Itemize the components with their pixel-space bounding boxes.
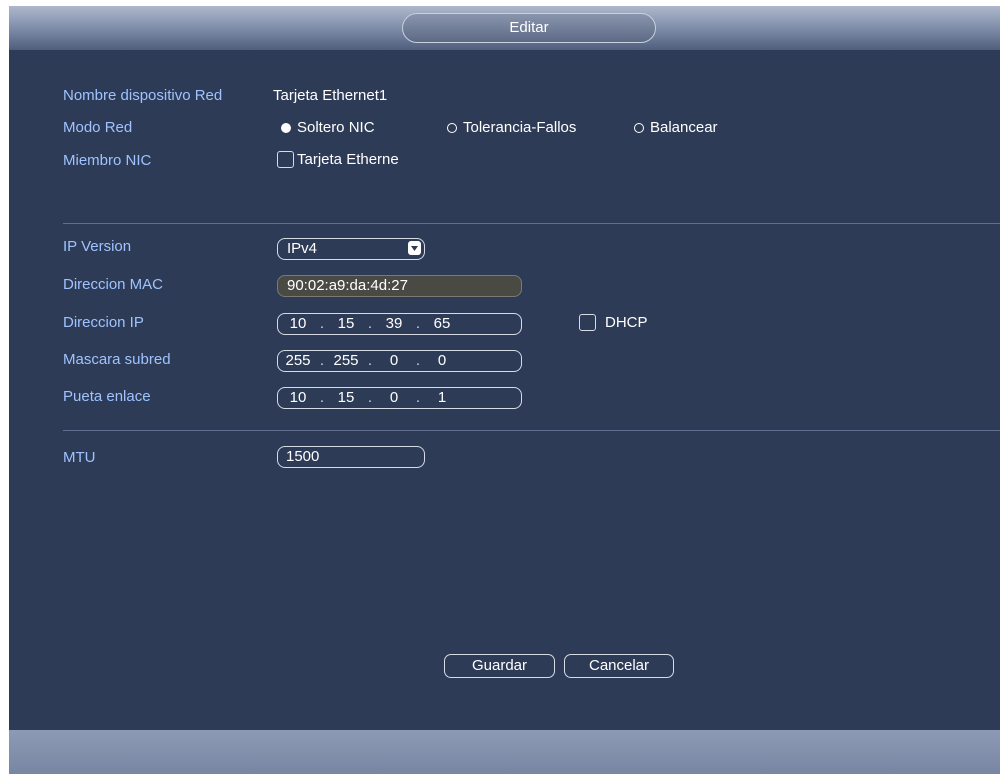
ip-separator: .: [319, 315, 325, 332]
radio-unselected-icon: [447, 122, 457, 133]
gateway-field[interactable]: 10 . 15 . 0 . 1: [277, 387, 522, 409]
radio-selected-icon: [281, 122, 291, 133]
radio-unselected-icon: [634, 122, 644, 133]
nic-member-label: Miembro NIC: [63, 152, 152, 169]
title-bar: Editar: [9, 6, 1000, 50]
mask-octet-1[interactable]: 255: [278, 351, 318, 371]
subnet-mask-field[interactable]: 255 . 255 . 0 . 0: [277, 350, 522, 372]
ip-version-select[interactable]: IPv4: [277, 238, 425, 260]
ip-separator: .: [319, 352, 325, 369]
ip-address-label: Direccion IP: [63, 314, 144, 331]
edit-dialog: Editar Nombre dispositivo Red Tarjeta Et…: [9, 6, 1000, 774]
dialog-title: Editar: [402, 13, 656, 43]
radio-single-nic-label: Soltero NIC: [297, 119, 375, 136]
section-divider: [63, 223, 1000, 224]
gateway-octet-1[interactable]: 10: [278, 388, 318, 408]
mac-address-label: Direccion MAC: [63, 276, 164, 293]
ip-separator: .: [367, 389, 373, 406]
ip-version-value: IPv4: [287, 240, 318, 257]
section-divider: [63, 430, 1000, 431]
ip-octet-1[interactable]: 10: [278, 314, 318, 334]
checkbox-icon: [277, 151, 294, 168]
radio-single-nic[interactable]: Soltero NIC: [281, 119, 375, 136]
mtu-field[interactable]: 1500: [277, 446, 425, 468]
ip-separator: .: [415, 352, 421, 369]
radio-fault-tolerance[interactable]: Tolerancia-Fallos: [447, 119, 576, 136]
mtu-label: MTU: [63, 449, 96, 466]
gateway-octet-3[interactable]: 0: [374, 388, 414, 408]
device-name-value: Tarjeta Ethernet1: [273, 87, 388, 104]
radio-fault-tolerance-label: Tolerancia-Fallos: [463, 119, 577, 136]
ip-separator: .: [319, 389, 325, 406]
radio-load-balance-label: Balancear: [650, 119, 718, 136]
bottom-bar: [9, 730, 1000, 774]
device-name-label: Nombre dispositivo Red: [63, 87, 223, 104]
ip-address-field[interactable]: 10 . 15 . 39 . 65: [277, 313, 522, 335]
checkbox-icon: [579, 314, 596, 331]
radio-load-balance[interactable]: Balancear: [634, 119, 718, 136]
gateway-label: Pueta enlace: [63, 388, 151, 405]
nic-member-checkbox[interactable]: Tarjeta Etherne: [277, 151, 399, 168]
mask-octet-2[interactable]: 255: [326, 351, 366, 371]
dhcp-label: DHCP: [605, 314, 648, 331]
cancel-button[interactable]: Cancelar: [564, 654, 674, 678]
nic-member-option: Tarjeta Etherne: [297, 151, 399, 168]
gateway-octet-4[interactable]: 1: [422, 388, 462, 408]
ip-separator: .: [367, 352, 373, 369]
mac-address-field: 90:02:a9:da:4d:27: [277, 275, 522, 297]
chevron-down-icon: [408, 241, 421, 255]
ip-separator: .: [415, 389, 421, 406]
network-mode-label: Modo Red: [63, 119, 133, 136]
mask-octet-4[interactable]: 0: [422, 351, 462, 371]
mask-octet-3[interactable]: 0: [374, 351, 414, 371]
ip-octet-4[interactable]: 65: [422, 314, 462, 334]
ip-separator: .: [415, 315, 421, 332]
gateway-octet-2[interactable]: 15: [326, 388, 366, 408]
ip-octet-2[interactable]: 15: [326, 314, 366, 334]
ip-version-label: IP Version: [63, 238, 132, 255]
ip-octet-3[interactable]: 39: [374, 314, 414, 334]
ip-separator: .: [367, 315, 373, 332]
dhcp-checkbox[interactable]: DHCP: [579, 314, 648, 331]
subnet-mask-label: Mascara subred: [63, 351, 171, 368]
save-button[interactable]: Guardar: [444, 654, 555, 678]
